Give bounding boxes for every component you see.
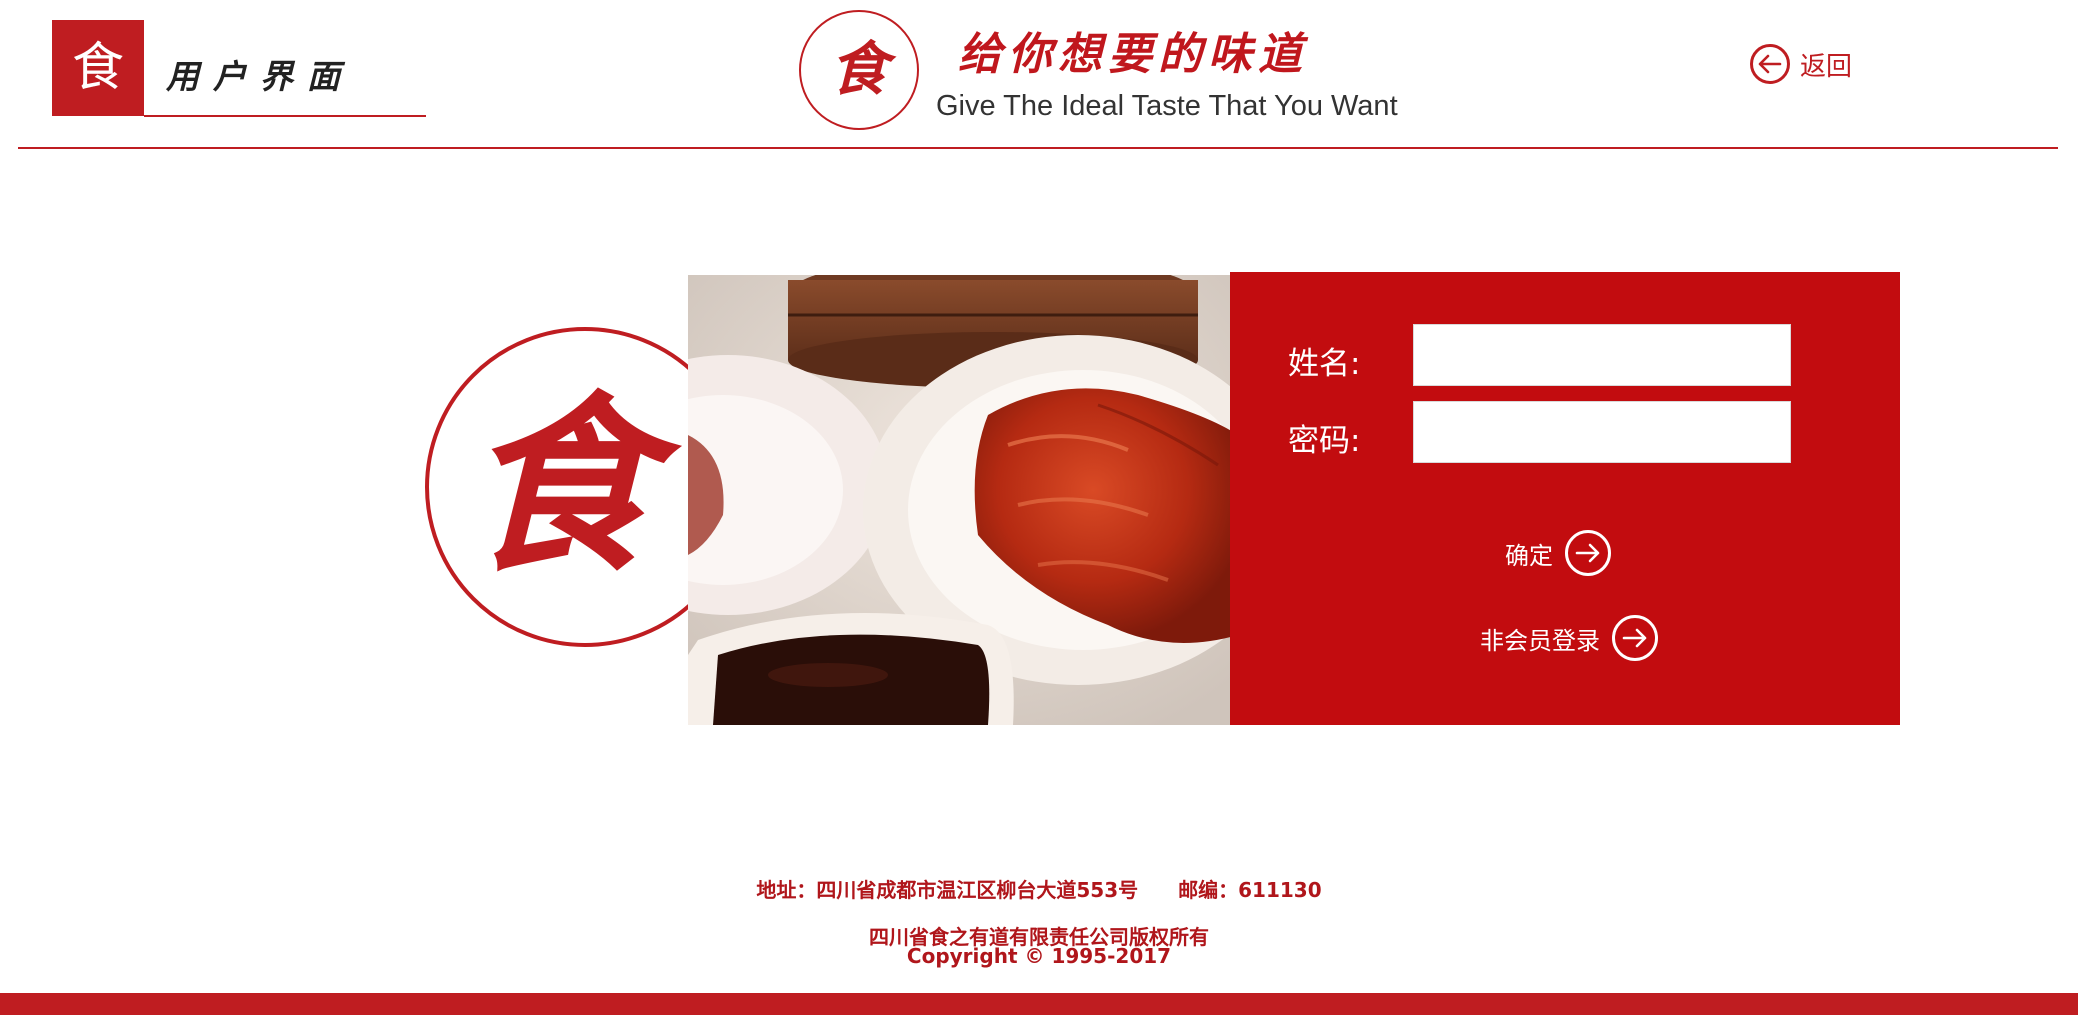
title-underline	[144, 115, 426, 117]
arrow-right-circle-icon	[1612, 615, 1658, 661]
name-label: 姓名:	[1288, 346, 1361, 382]
brand-slogan: 给你想要的味道	[958, 29, 1308, 80]
logo-badge: 食	[52, 20, 144, 116]
guest-login-button[interactable]: 非会员登录	[1480, 615, 1658, 661]
name-input[interactable]	[1413, 324, 1791, 386]
confirm-button[interactable]: 确定	[1505, 530, 1611, 576]
footer-bar	[0, 993, 2078, 1015]
confirm-label: 确定	[1505, 541, 1553, 570]
header-divider	[18, 147, 2058, 149]
back-label: 返回	[1800, 51, 1853, 82]
footer-address: 地址：四川省成都市温江区柳台大道553号 邮编：611130	[756, 878, 1322, 902]
page-title: 用户界面	[166, 57, 354, 96]
brand-logo: 食	[799, 10, 919, 130]
password-input[interactable]	[1413, 401, 1791, 463]
back-button[interactable]: 返回	[1750, 44, 1852, 84]
brand-slogan-english: Give The Ideal Taste That You Want	[936, 90, 1398, 122]
password-label: 密码:	[1288, 423, 1361, 459]
arrow-right-circle-icon	[1565, 530, 1611, 576]
footer-copyright: Copyright © 1995-2017	[906, 944, 1172, 968]
arrow-left-circle-icon	[1750, 44, 1790, 84]
login-page: 食 用户界面 食 给你想要的味道 Give The Ideal Taste Th…	[0, 0, 2078, 1030]
seal-char: 食	[463, 374, 654, 597]
guest-login-label: 非会员登录	[1480, 626, 1600, 655]
food-photo	[688, 275, 1238, 725]
login-form: 姓名: 密码: 确定 非会员登录	[1230, 272, 1900, 725]
